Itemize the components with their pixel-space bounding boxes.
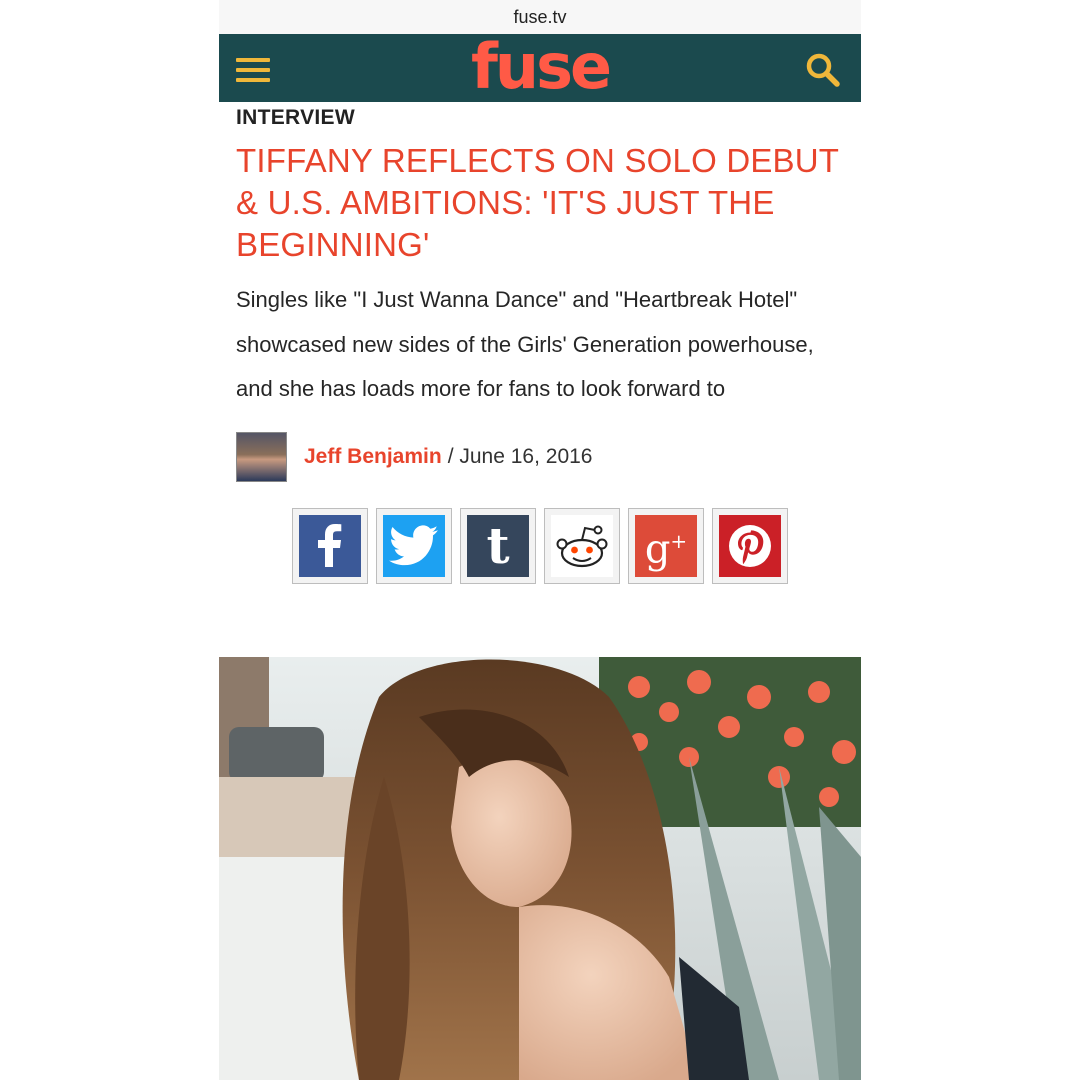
hero-photo-illustration — [219, 657, 861, 1080]
address-bar[interactable]: fuse.tv — [219, 0, 861, 34]
article-content: INTERVIEW TIFFANY REFLECTS ON SOLO DEBUT… — [219, 106, 861, 584]
share-tumblr-button[interactable]: t — [460, 507, 536, 584]
twitter-icon — [383, 514, 445, 577]
url-text: fuse.tv — [513, 6, 567, 27]
facebook-icon — [299, 514, 361, 577]
reddit-icon — [551, 514, 613, 577]
fuse-logo[interactable]: fuse — [471, 36, 612, 98]
article-headline: TIFFANY REFLECTS ON SOLO DEBUT & U.S. AM… — [236, 142, 839, 263]
share-reddit-button[interactable] — [544, 507, 620, 584]
share-facebook-button[interactable] — [292, 507, 368, 584]
article-hero-photo[interactable] — [219, 657, 861, 1080]
author-avatar[interactable] — [236, 431, 287, 482]
share-buttons: t g+ — [236, 507, 844, 584]
search-icon[interactable] — [805, 52, 841, 88]
article-dek: Singles like "I Just Wanna Dance" and "H… — [236, 287, 814, 401]
publish-date: / June 16, 2016 — [447, 444, 593, 468]
google-plus-icon: g+ — [635, 514, 697, 577]
site-header: fuse — [219, 34, 861, 102]
hamburger-menu-icon[interactable] — [236, 58, 270, 82]
article-category[interactable]: INTERVIEW — [236, 106, 844, 130]
tumblr-icon: t — [467, 514, 529, 577]
pinterest-icon — [719, 514, 781, 577]
author-link[interactable]: Jeff Benjamin — [304, 445, 442, 469]
byline: Jeff Benjamin / June 16, 2016 — [236, 431, 844, 482]
phone-screen: fuse.tv fuse INTERVIEW TIFFANY REFLECTS … — [219, 0, 861, 1080]
share-twitter-button[interactable] — [376, 507, 452, 584]
share-google-plus-button[interactable]: g+ — [628, 507, 704, 584]
share-pinterest-button[interactable] — [712, 507, 788, 584]
